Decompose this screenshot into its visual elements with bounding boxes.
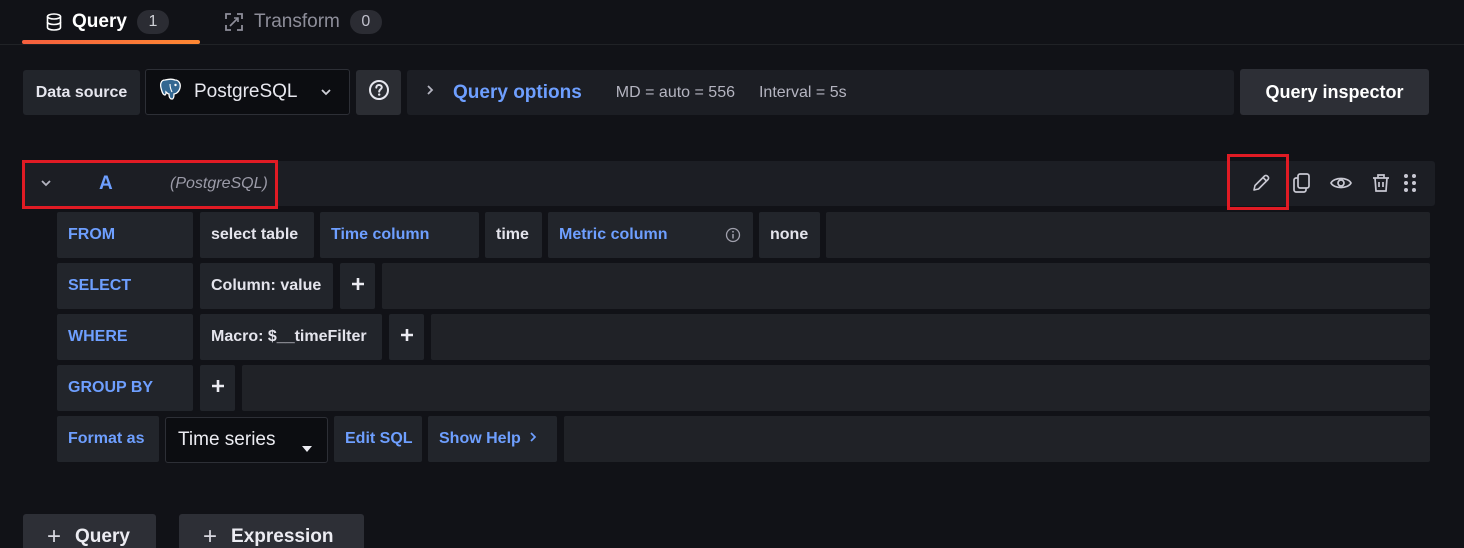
select-table-button[interactable]: select table [200, 212, 314, 258]
from-row-filler [826, 212, 1430, 258]
datasource-label: Data source [23, 70, 140, 115]
group-by-add-button[interactable] [200, 365, 235, 411]
plus-icon [351, 277, 365, 296]
plus-icon: + [47, 523, 62, 548]
chevron-right-icon [529, 430, 537, 448]
show-help-button[interactable]: Show Help [428, 416, 557, 462]
metric-column-value[interactable]: none [759, 212, 820, 258]
where-add-button[interactable] [389, 314, 424, 360]
format-row-filler [564, 416, 1430, 462]
group-by-keyword-label: GROUP BY [68, 379, 154, 396]
tab-bar: Query 1 Transform 0 [0, 0, 1464, 45]
select-column-value[interactable]: Column: value [200, 263, 333, 309]
tab-query[interactable]: Query 1 [46, 0, 169, 44]
add-query-label: Query [75, 526, 130, 547]
format-as-select-value: Time series [178, 429, 276, 450]
edit-sql-label: Edit SQL [345, 430, 413, 447]
where-row-filler [431, 314, 1430, 360]
show-help-label: Show Help [439, 430, 521, 447]
format-as-select[interactable]: Time series [165, 417, 328, 463]
database-icon [46, 13, 62, 31]
chevron-down-icon [319, 84, 333, 106]
query-datasource-name: (PostgreSQL) [170, 175, 268, 192]
add-expression-button[interactable]: + Expression [179, 514, 364, 548]
where-macro-value[interactable]: Macro: $__timeFilter [200, 314, 382, 360]
from-keyword-label: FROM [68, 226, 116, 243]
postgresql-elephant-icon [158, 76, 184, 108]
tab-transform[interactable]: Transform 0 [224, 0, 382, 44]
tab-query-label: Query [72, 11, 127, 32]
tab-query-count: 1 [136, 10, 169, 34]
query-editor-screen: Query 1 Transform 0 Data source PostgreS… [0, 0, 1464, 548]
chevron-right-icon [425, 83, 435, 102]
query-options-title: Query options [453, 81, 582, 103]
datasource-picker-value: PostgreSQL [194, 81, 298, 102]
select-keyword-label: SELECT [68, 277, 132, 294]
select-add-button[interactable] [340, 263, 375, 309]
trash-icon[interactable] [1369, 171, 1393, 200]
select-row-filler [382, 263, 1430, 309]
pencil-edit-icon[interactable] [1249, 171, 1273, 200]
question-circle-icon [368, 79, 390, 106]
query-options-toggle[interactable]: Query options MD = auto = 556 Interval =… [407, 70, 1234, 115]
transform-icon [224, 12, 244, 32]
datasource-picker[interactable]: PostgreSQL [145, 69, 350, 115]
add-expression-label: Expression [231, 526, 334, 547]
tab-transform-count: 0 [349, 10, 382, 34]
group-by-row-filler [242, 365, 1430, 411]
where-keyword-label: WHERE [68, 328, 128, 345]
plus-icon [211, 379, 225, 398]
collapse-chevron-icon[interactable] [39, 176, 53, 195]
info-circle-icon[interactable] [725, 227, 741, 248]
format-as-keyword: Format as [57, 416, 159, 462]
query-ref-id[interactable]: A [99, 161, 113, 206]
add-query-button[interactable]: + Query [23, 514, 156, 548]
where-keyword: WHERE [57, 314, 193, 360]
metric-column-label-text: Metric column [559, 226, 668, 243]
active-tab-underline [22, 40, 200, 44]
plus-icon [400, 328, 414, 347]
group-by-keyword: GROUP BY [57, 365, 193, 411]
edit-sql-button[interactable]: Edit SQL [334, 416, 422, 462]
drag-handle-icon[interactable] [1401, 171, 1419, 200]
time-column-label-text: Time column [331, 226, 430, 243]
query-inspector-button[interactable]: Query inspector [1240, 69, 1429, 115]
time-column-label: Time column [320, 212, 479, 258]
query-row-header: A (PostgreSQL) [23, 161, 1435, 206]
query-options-max-data-points: MD = auto = 556 [615, 83, 735, 101]
duplicate-icon[interactable] [1290, 171, 1314, 200]
tab-transform-label: Transform [254, 11, 340, 32]
select-keyword: SELECT [57, 263, 193, 309]
from-keyword: FROM [57, 212, 193, 258]
datasource-help-button[interactable] [356, 70, 401, 115]
time-column-value[interactable]: time [485, 212, 542, 258]
metric-column-label: Metric column [548, 212, 753, 258]
format-as-keyword-label: Format as [68, 430, 145, 447]
eye-icon[interactable] [1329, 171, 1353, 200]
query-options-interval: Interval = 5s [758, 83, 847, 101]
caret-down-icon [301, 437, 313, 459]
plus-icon: + [203, 523, 218, 548]
